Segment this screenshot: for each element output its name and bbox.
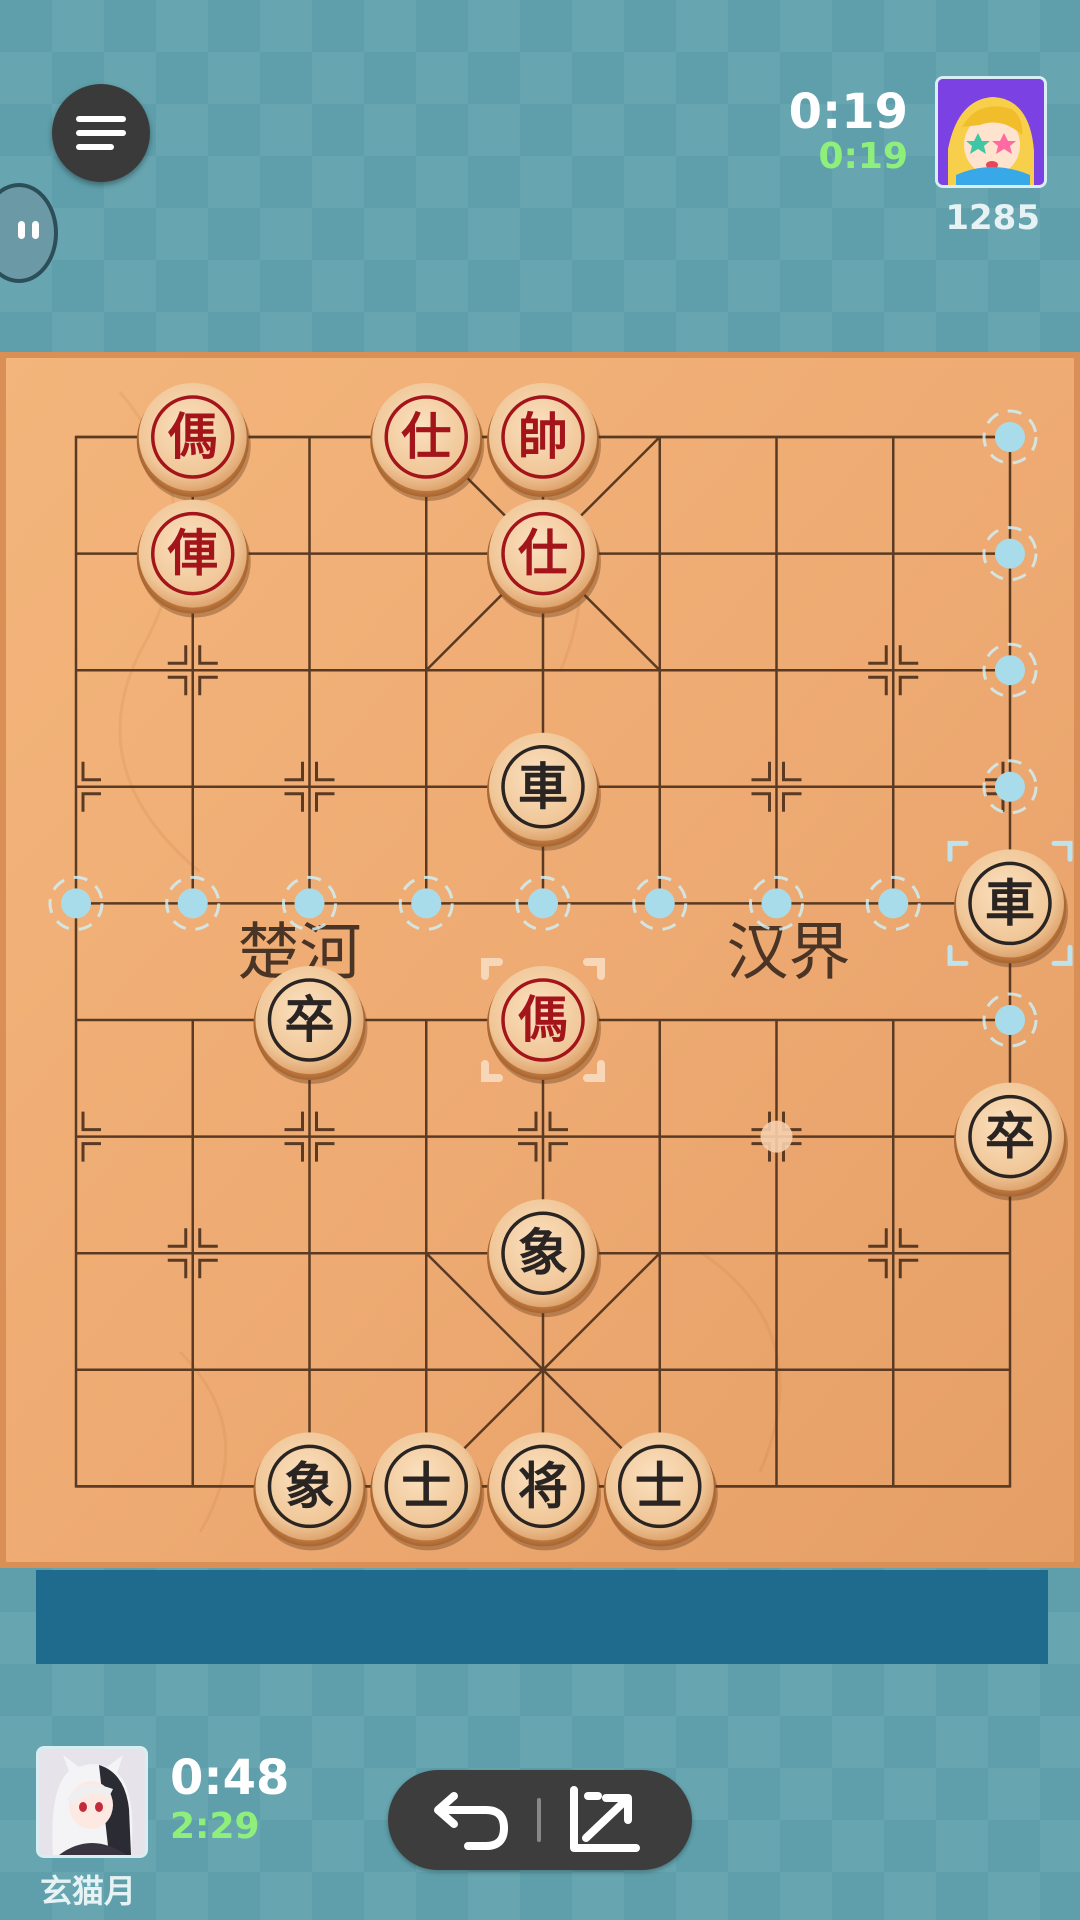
menu-button[interactable] <box>52 84 150 182</box>
piece-label: 帥 <box>518 407 568 466</box>
piece-label: 仕 <box>401 407 451 466</box>
piece-label: 傌 <box>168 407 218 466</box>
opponent-turn-time: 0:19 <box>788 84 908 140</box>
game-controls <box>388 1770 692 1870</box>
chat-bubble-icon[interactable] <box>0 183 58 283</box>
offer-draw-icon <box>570 1786 640 1852</box>
menu-line <box>76 144 114 150</box>
piece-label: 車 <box>985 873 1035 932</box>
xiangqi-board[interactable]: 楚河 汉界 傌仕帥俥仕傌車車卒卒象象士将士 <box>0 352 1080 1568</box>
piece-label: 士 <box>401 1456 451 1515</box>
piece-label: 車 <box>518 757 568 816</box>
player-name: 玄猫月 <box>40 1872 137 1910</box>
piece-label: 卒 <box>285 990 335 1049</box>
opponent-rating: 1285 <box>945 198 1040 238</box>
undo-arrow-icon <box>434 1792 509 1850</box>
piece-label: 象 <box>518 1223 568 1282</box>
last-move-origin-marker <box>760 1120 793 1153</box>
piece-label: 傌 <box>518 990 568 1049</box>
player-total-time: 2:29 <box>170 1806 260 1847</box>
offer-draw-button[interactable] <box>552 1784 662 1856</box>
menu-line <box>76 116 126 122</box>
piece-label: 象 <box>285 1456 335 1515</box>
menu-line <box>76 130 126 136</box>
opponent-total-time: 0:19 <box>818 136 908 177</box>
piece-label: 仕 <box>518 524 568 583</box>
opponent-avatar[interactable] <box>935 76 1047 188</box>
piece-label: 卒 <box>985 1107 1035 1166</box>
piece-label: 俥 <box>167 524 218 583</box>
board-base <box>36 1570 1048 1664</box>
piece-label: 将 <box>518 1456 568 1515</box>
undo-button[interactable] <box>416 1784 526 1856</box>
player-avatar[interactable] <box>36 1746 148 1858</box>
player-turn-time: 0:48 <box>170 1750 290 1806</box>
controls-divider <box>537 1798 541 1842</box>
piece-label: 士 <box>635 1456 685 1515</box>
